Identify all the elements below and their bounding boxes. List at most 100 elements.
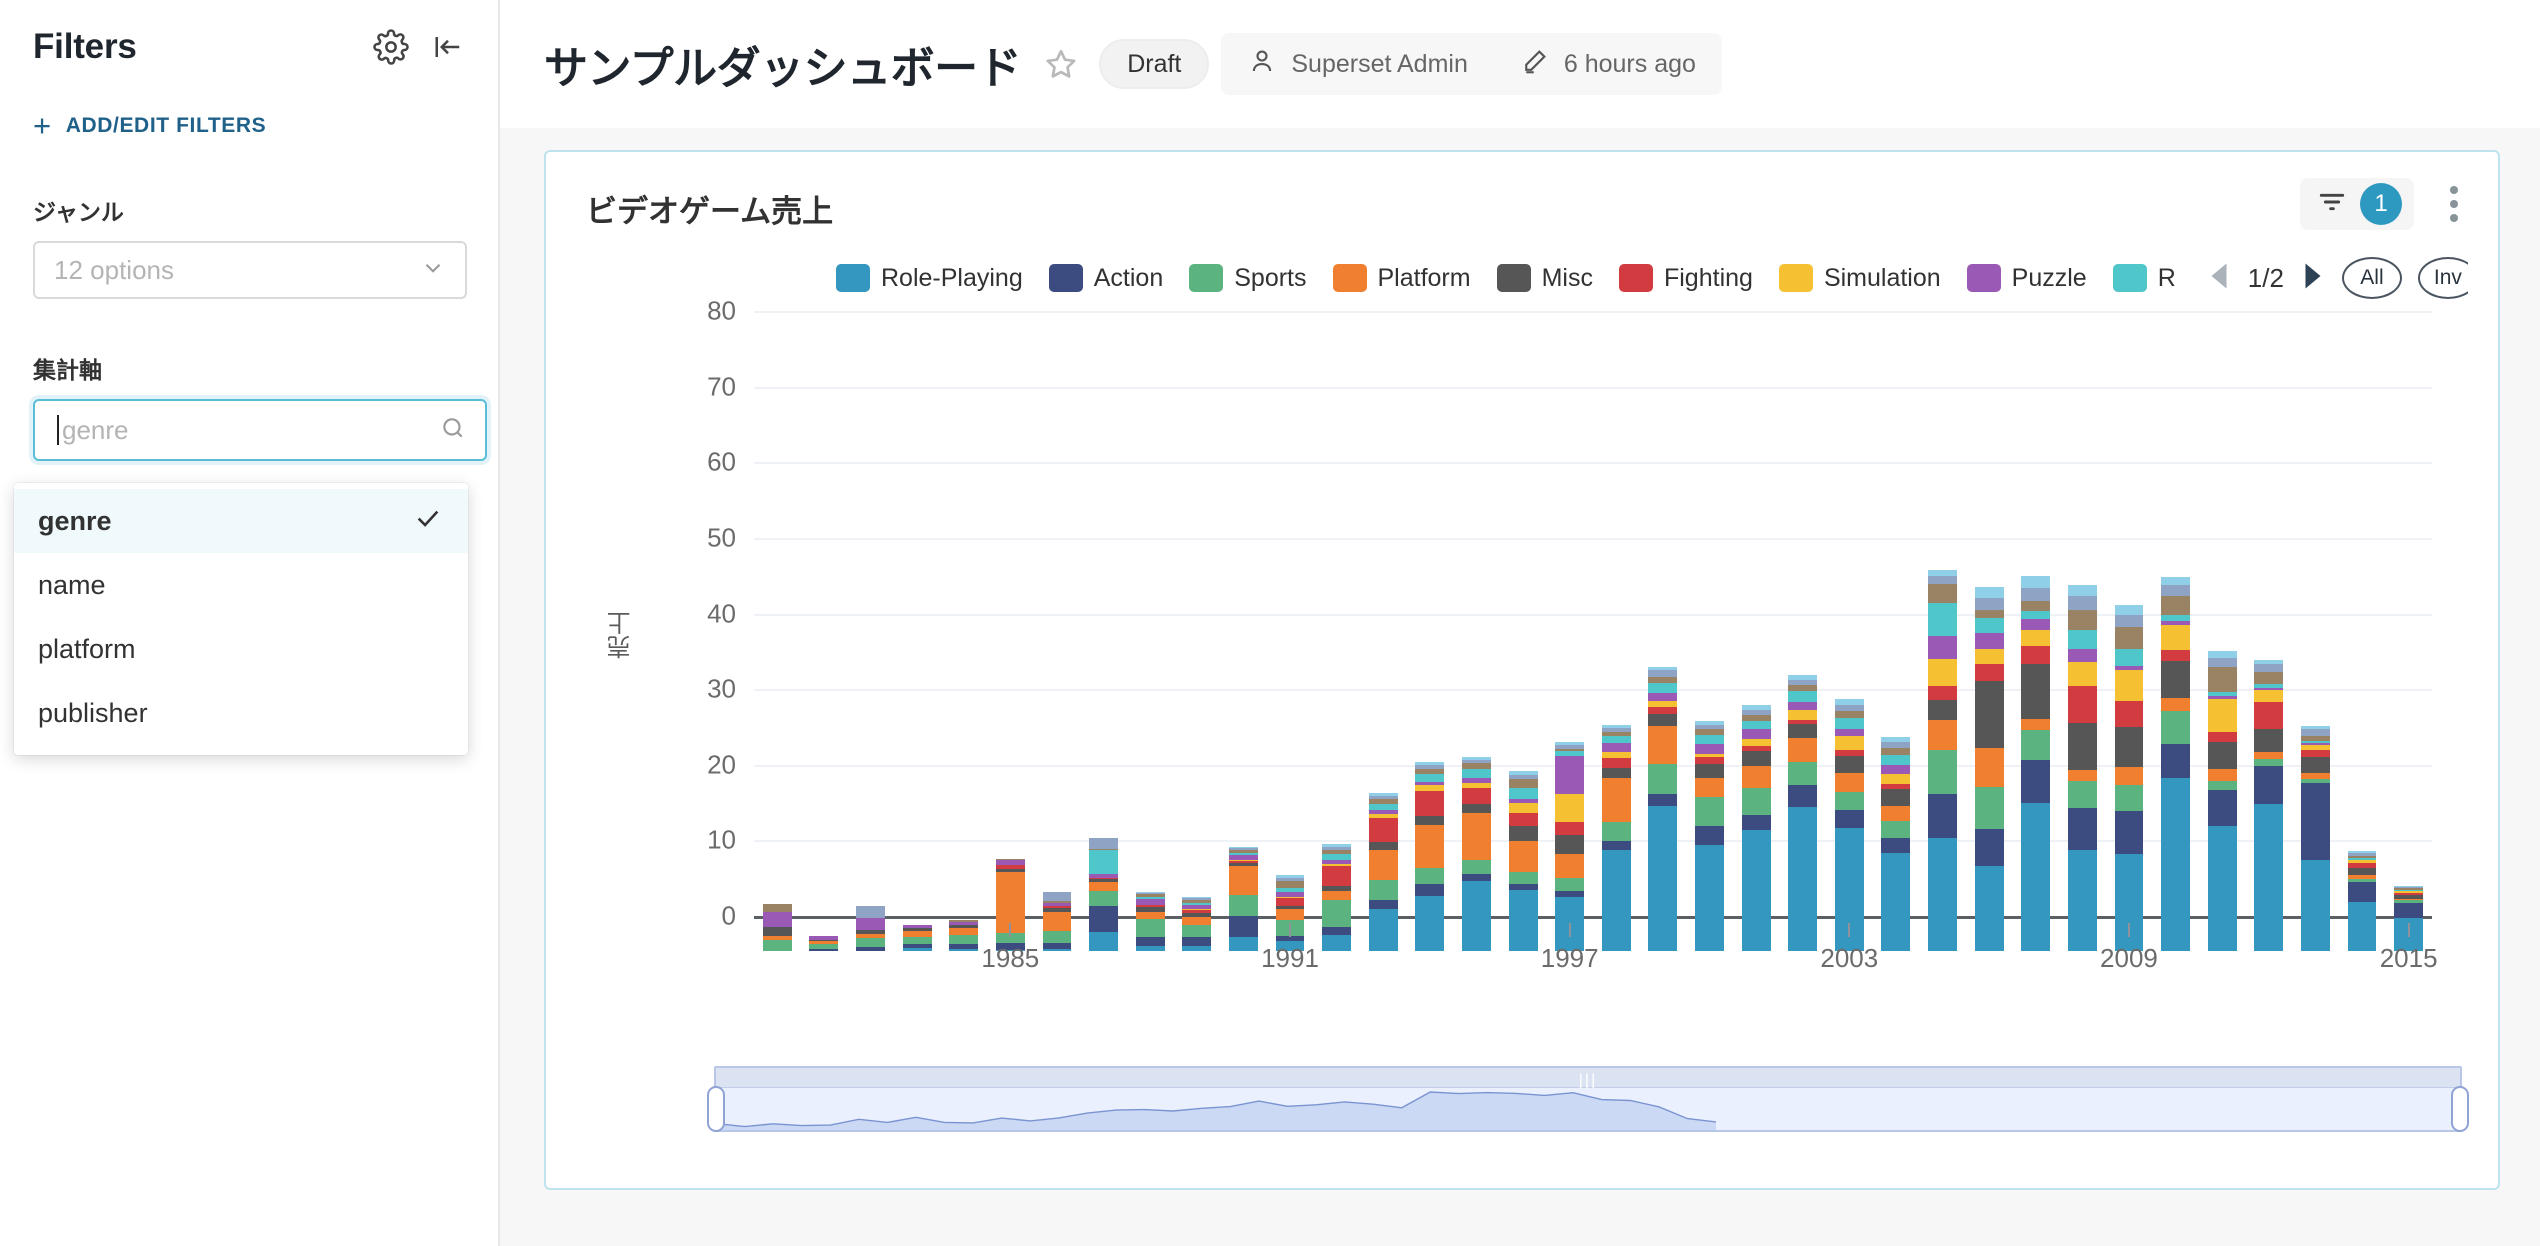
legend-swatch (1048, 264, 1083, 292)
bar-segment (2114, 811, 2144, 855)
x-axis-cell (2152, 923, 2199, 983)
triangle-right-icon[interactable] (2300, 261, 2326, 296)
bar-segment (2114, 670, 2144, 701)
collapse-left-icon[interactable] (431, 32, 465, 62)
legend-item-simulation[interactable]: Simulation (1778, 264, 1941, 293)
stacked-bar[interactable] (1788, 675, 1818, 951)
bar-segment (2021, 629, 2051, 646)
bar-segment (1788, 784, 1818, 808)
stacked-bar[interactable] (2161, 577, 2191, 951)
bar-segment (1974, 587, 2004, 598)
stacked-bar[interactable] (1834, 699, 1864, 951)
legend-item-misc[interactable]: Misc (1496, 264, 1593, 293)
x-axis-cell (2199, 923, 2246, 983)
bar-slot (1080, 346, 1127, 951)
stacked-bar[interactable] (1928, 569, 1957, 951)
bar-segment (1788, 724, 1818, 738)
page-title: サンプルダッシュボード (544, 44, 1022, 93)
y-axis-label: 売上 (608, 611, 635, 659)
legend-pagination: 1/2 All Inv (2206, 257, 2468, 299)
stacked-bar[interactable] (1648, 666, 1678, 951)
datazoom-handle-left[interactable] (707, 1086, 725, 1132)
bar-segment (1601, 758, 1631, 769)
stacked-bar[interactable] (2300, 726, 2330, 951)
legend-item-role-playing[interactable]: Role-Playing (836, 264, 1023, 293)
x-axis-cell (1686, 923, 1733, 983)
chart-datazoom-slider[interactable]: ||| (707, 1066, 2469, 1132)
x-axis-cell (1966, 923, 2013, 983)
status-badge[interactable]: Draft (1099, 39, 1210, 89)
legend-item-sports[interactable]: Sports (1189, 264, 1307, 293)
bar-slot (1453, 346, 1500, 951)
star-outline-icon[interactable] (1043, 46, 1079, 82)
bar-segment (1928, 686, 1957, 700)
dropdown-option-genre[interactable]: genre (14, 489, 468, 553)
dropdown-option-publisher[interactable]: publisher (14, 681, 468, 745)
stacked-bar[interactable] (1601, 724, 1631, 951)
groupby-search-input[interactable]: genre (33, 399, 487, 461)
bar-segment (1368, 849, 1398, 880)
x-axis-cell (1873, 923, 1920, 983)
bar-slot (2059, 346, 2106, 951)
legend-item-action[interactable]: Action (1048, 264, 1163, 293)
triangle-left-icon[interactable] (2206, 261, 2232, 296)
dropdown-option-name[interactable]: name (14, 553, 468, 617)
chart-filter-indicator[interactable]: 1 (2300, 178, 2414, 230)
bar-segment (1881, 755, 1911, 766)
stacked-bar[interactable] (1555, 742, 1585, 951)
filter-count-badge: 1 (2360, 183, 2402, 225)
bar-segment (1462, 787, 1491, 805)
legend-item-racing[interactable]: R (2112, 264, 2176, 293)
stacked-bar[interactable] (2207, 650, 2237, 951)
bar-segment (2067, 648, 2097, 663)
bar-segment (1834, 718, 1864, 729)
bar-segment (1415, 790, 1445, 817)
bar-segment (2114, 784, 2144, 812)
bar-segment (2207, 667, 2237, 692)
y-axis-tick: 60 (707, 446, 736, 477)
legend-select-all-button[interactable]: All (2341, 257, 2402, 299)
legend-item-puzzle[interactable]: Puzzle (1966, 264, 2087, 293)
gear-icon[interactable] (373, 29, 409, 65)
groupby-dropdown[interactable]: genre name platform publisher (14, 483, 468, 755)
stacked-bar[interactable] (1695, 721, 1724, 951)
stacked-bar[interactable] (2254, 659, 2284, 951)
legend-invert-button[interactable]: Inv (2417, 257, 2468, 299)
stacked-bar[interactable] (2067, 585, 2097, 951)
last-modified: 6 hours ago (1563, 49, 1696, 78)
x-axis-label: 2003 (1820, 943, 1879, 973)
legend-swatch (1618, 264, 1653, 292)
bar-segment (2067, 629, 2097, 649)
chart-header: ビデオゲーム売上 1 (586, 178, 2468, 231)
stacked-bar[interactable] (1881, 737, 1911, 951)
legend-item-fighting[interactable]: Fighting (1618, 264, 1753, 293)
bar-segment (2254, 758, 2284, 767)
bar-slot (1686, 346, 1733, 951)
bar-slot (940, 346, 987, 951)
dropdown-option-platform[interactable]: platform (14, 617, 468, 681)
stacked-bar[interactable] (1462, 756, 1491, 951)
genre-filter-select[interactable]: 12 options (33, 241, 467, 299)
bar-segment (2114, 700, 2144, 728)
stacked-bar[interactable] (2114, 605, 2144, 951)
bar-slot (1546, 346, 1593, 951)
dropdown-option-label: genre (38, 505, 112, 536)
x-axis-cell (1173, 923, 1220, 983)
filter-label-groupby: 集計軸 (33, 357, 102, 383)
legend-label: Role-Playing (881, 263, 1023, 292)
x-axis-cell: 2009 (2100, 923, 2158, 983)
x-axis-cell (1733, 923, 1780, 983)
bar-segment (1368, 817, 1398, 843)
stacked-bar[interactable] (1974, 587, 2004, 951)
add-edit-filters-button[interactable]: + ADD/EDIT FILTERS (33, 110, 465, 141)
bar-slot (1313, 346, 1360, 951)
stacked-bar[interactable] (2021, 575, 2051, 951)
stacked-bar[interactable] (1741, 705, 1771, 951)
legend-item-platform[interactable]: Platform (1332, 264, 1471, 293)
datazoom-drag-bar[interactable]: ||| (716, 1068, 2460, 1089)
chart-header-actions: 1 (2300, 178, 2468, 230)
datazoom-handle-right[interactable] (2451, 1086, 2469, 1132)
datazoom-preview-area (716, 1091, 1716, 1130)
kebab-menu-icon[interactable] (2440, 180, 2468, 228)
bar-segment (2254, 752, 2284, 759)
